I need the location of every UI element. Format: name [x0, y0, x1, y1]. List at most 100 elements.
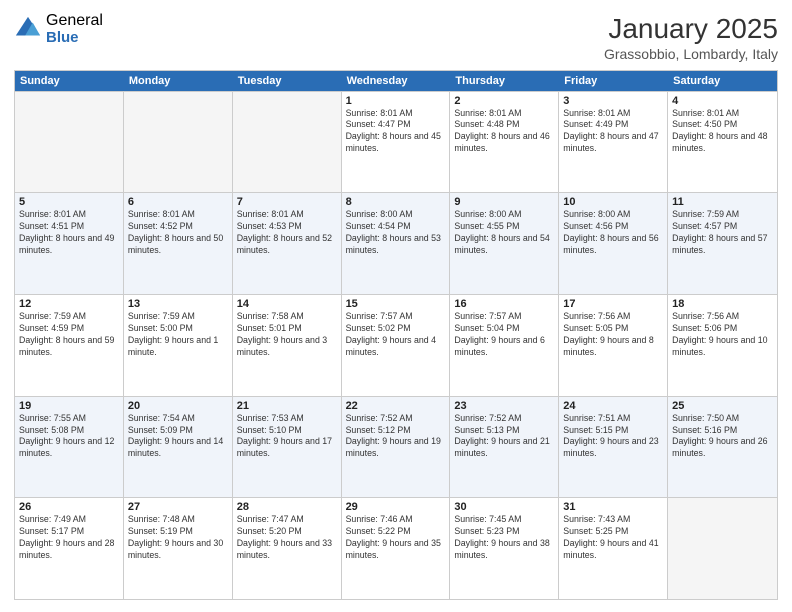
empty-cell — [15, 92, 124, 193]
day-number: 29 — [346, 501, 446, 513]
day-number: 16 — [454, 298, 554, 310]
cell-info: Sunrise: 7:46 AMSunset: 5:22 PMDaylight:… — [346, 514, 446, 562]
cell-info: Sunrise: 8:01 AMSunset: 4:50 PMDaylight:… — [672, 108, 773, 156]
day-cell-29: 29Sunrise: 7:46 AMSunset: 5:22 PMDayligh… — [342, 498, 451, 599]
cell-info: Sunrise: 7:47 AMSunset: 5:20 PMDaylight:… — [237, 514, 337, 562]
calendar-row-1: 1Sunrise: 8:01 AMSunset: 4:47 PMDaylight… — [15, 91, 777, 193]
calendar-row-2: 5Sunrise: 8:01 AMSunset: 4:51 PMDaylight… — [15, 192, 777, 294]
empty-cell — [233, 92, 342, 193]
day-number: 12 — [19, 298, 119, 310]
cell-info: Sunrise: 8:00 AMSunset: 4:56 PMDaylight:… — [563, 209, 663, 257]
day-number: 28 — [237, 501, 337, 513]
logo-icon — [14, 15, 42, 43]
day-number: 20 — [128, 400, 228, 412]
cell-info: Sunrise: 7:43 AMSunset: 5:25 PMDaylight:… — [563, 514, 663, 562]
day-number: 10 — [563, 196, 663, 208]
day-number: 15 — [346, 298, 446, 310]
cell-info: Sunrise: 7:57 AMSunset: 5:04 PMDaylight:… — [454, 311, 554, 359]
cell-info: Sunrise: 7:57 AMSunset: 5:02 PMDaylight:… — [346, 311, 446, 359]
day-header-monday: Monday — [124, 71, 233, 91]
day-number: 14 — [237, 298, 337, 310]
main-title: January 2025 — [604, 12, 778, 46]
cell-info: Sunrise: 7:51 AMSunset: 5:15 PMDaylight:… — [563, 413, 663, 461]
cell-info: Sunrise: 7:45 AMSunset: 5:23 PMDaylight:… — [454, 514, 554, 562]
day-header-thursday: Thursday — [450, 71, 559, 91]
empty-cell — [668, 498, 777, 599]
day-number: 23 — [454, 400, 554, 412]
day-header-saturday: Saturday — [668, 71, 777, 91]
cell-info: Sunrise: 7:48 AMSunset: 5:19 PMDaylight:… — [128, 514, 228, 562]
day-header-wednesday: Wednesday — [342, 71, 451, 91]
day-number: 31 — [563, 501, 663, 513]
cell-info: Sunrise: 7:49 AMSunset: 5:17 PMDaylight:… — [19, 514, 119, 562]
day-header-friday: Friday — [559, 71, 668, 91]
cell-info: Sunrise: 7:55 AMSunset: 5:08 PMDaylight:… — [19, 413, 119, 461]
day-header-sunday: Sunday — [15, 71, 124, 91]
logo: General Blue — [14, 12, 103, 46]
day-cell-31: 31Sunrise: 7:43 AMSunset: 5:25 PMDayligh… — [559, 498, 668, 599]
cell-info: Sunrise: 8:01 AMSunset: 4:51 PMDaylight:… — [19, 209, 119, 257]
day-number: 3 — [563, 95, 663, 107]
day-cell-8: 8Sunrise: 8:00 AMSunset: 4:54 PMDaylight… — [342, 193, 451, 294]
day-header-tuesday: Tuesday — [233, 71, 342, 91]
day-cell-26: 26Sunrise: 7:49 AMSunset: 5:17 PMDayligh… — [15, 498, 124, 599]
cell-info: Sunrise: 8:01 AMSunset: 4:52 PMDaylight:… — [128, 209, 228, 257]
day-number: 19 — [19, 400, 119, 412]
cell-info: Sunrise: 7:52 AMSunset: 5:13 PMDaylight:… — [454, 413, 554, 461]
cell-info: Sunrise: 7:59 AMSunset: 4:59 PMDaylight:… — [19, 311, 119, 359]
day-number: 2 — [454, 95, 554, 107]
day-cell-17: 17Sunrise: 7:56 AMSunset: 5:05 PMDayligh… — [559, 295, 668, 396]
cell-info: Sunrise: 8:01 AMSunset: 4:47 PMDaylight:… — [346, 108, 446, 156]
cell-info: Sunrise: 7:50 AMSunset: 5:16 PMDaylight:… — [672, 413, 773, 461]
day-cell-24: 24Sunrise: 7:51 AMSunset: 5:15 PMDayligh… — [559, 397, 668, 498]
day-cell-16: 16Sunrise: 7:57 AMSunset: 5:04 PMDayligh… — [450, 295, 559, 396]
day-number: 5 — [19, 196, 119, 208]
day-number: 1 — [346, 95, 446, 107]
day-cell-11: 11Sunrise: 7:59 AMSunset: 4:57 PMDayligh… — [668, 193, 777, 294]
day-cell-13: 13Sunrise: 7:59 AMSunset: 5:00 PMDayligh… — [124, 295, 233, 396]
day-cell-27: 27Sunrise: 7:48 AMSunset: 5:19 PMDayligh… — [124, 498, 233, 599]
day-cell-3: 3Sunrise: 8:01 AMSunset: 4:49 PMDaylight… — [559, 92, 668, 193]
day-cell-6: 6Sunrise: 8:01 AMSunset: 4:52 PMDaylight… — [124, 193, 233, 294]
cell-info: Sunrise: 8:01 AMSunset: 4:49 PMDaylight:… — [563, 108, 663, 156]
calendar: SundayMondayTuesdayWednesdayThursdayFrid… — [14, 70, 778, 600]
calendar-row-5: 26Sunrise: 7:49 AMSunset: 5:17 PMDayligh… — [15, 497, 777, 599]
day-cell-1: 1Sunrise: 8:01 AMSunset: 4:47 PMDaylight… — [342, 92, 451, 193]
cell-info: Sunrise: 7:56 AMSunset: 5:05 PMDaylight:… — [563, 311, 663, 359]
cell-info: Sunrise: 7:54 AMSunset: 5:09 PMDaylight:… — [128, 413, 228, 461]
day-cell-18: 18Sunrise: 7:56 AMSunset: 5:06 PMDayligh… — [668, 295, 777, 396]
day-number: 26 — [19, 501, 119, 513]
day-cell-21: 21Sunrise: 7:53 AMSunset: 5:10 PMDayligh… — [233, 397, 342, 498]
logo-general: General — [46, 12, 103, 30]
day-number: 9 — [454, 196, 554, 208]
day-cell-30: 30Sunrise: 7:45 AMSunset: 5:23 PMDayligh… — [450, 498, 559, 599]
cell-info: Sunrise: 7:59 AMSunset: 4:57 PMDaylight:… — [672, 209, 773, 257]
cell-info: Sunrise: 8:00 AMSunset: 4:55 PMDaylight:… — [454, 209, 554, 257]
cell-info: Sunrise: 8:01 AMSunset: 4:48 PMDaylight:… — [454, 108, 554, 156]
day-cell-9: 9Sunrise: 8:00 AMSunset: 4:55 PMDaylight… — [450, 193, 559, 294]
day-cell-14: 14Sunrise: 7:58 AMSunset: 5:01 PMDayligh… — [233, 295, 342, 396]
day-number: 21 — [237, 400, 337, 412]
day-number: 17 — [563, 298, 663, 310]
logo-blue: Blue — [46, 30, 103, 47]
day-cell-7: 7Sunrise: 8:01 AMSunset: 4:53 PMDaylight… — [233, 193, 342, 294]
calendar-body: 1Sunrise: 8:01 AMSunset: 4:47 PMDaylight… — [15, 91, 777, 599]
calendar-row-3: 12Sunrise: 7:59 AMSunset: 4:59 PMDayligh… — [15, 294, 777, 396]
day-number: 7 — [237, 196, 337, 208]
day-number: 13 — [128, 298, 228, 310]
day-cell-22: 22Sunrise: 7:52 AMSunset: 5:12 PMDayligh… — [342, 397, 451, 498]
day-number: 22 — [346, 400, 446, 412]
day-cell-15: 15Sunrise: 7:57 AMSunset: 5:02 PMDayligh… — [342, 295, 451, 396]
day-number: 6 — [128, 196, 228, 208]
logo-text: General Blue — [46, 12, 103, 46]
cell-info: Sunrise: 7:52 AMSunset: 5:12 PMDaylight:… — [346, 413, 446, 461]
cell-info: Sunrise: 8:00 AMSunset: 4:54 PMDaylight:… — [346, 209, 446, 257]
cell-info: Sunrise: 7:58 AMSunset: 5:01 PMDaylight:… — [237, 311, 337, 359]
day-number: 27 — [128, 501, 228, 513]
title-block: January 2025 Grassobbio, Lombardy, Italy — [604, 12, 778, 62]
day-cell-10: 10Sunrise: 8:00 AMSunset: 4:56 PMDayligh… — [559, 193, 668, 294]
cell-info: Sunrise: 8:01 AMSunset: 4:53 PMDaylight:… — [237, 209, 337, 257]
cell-info: Sunrise: 7:53 AMSunset: 5:10 PMDaylight:… — [237, 413, 337, 461]
day-cell-4: 4Sunrise: 8:01 AMSunset: 4:50 PMDaylight… — [668, 92, 777, 193]
day-cell-2: 2Sunrise: 8:01 AMSunset: 4:48 PMDaylight… — [450, 92, 559, 193]
